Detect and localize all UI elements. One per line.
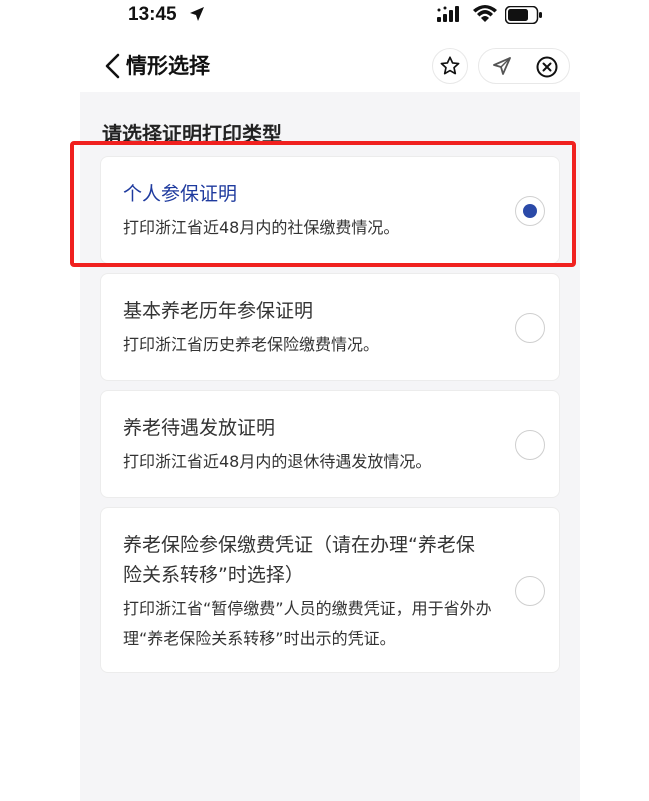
content-area: 请选择证明打印类型 个人参保证明 打印浙江省近48月内的社保缴费情况。 基本养老… xyxy=(80,92,580,801)
status-time: 13:45 xyxy=(128,4,177,25)
option-description: 打印浙江省近48月内的社保缴费情况。 xyxy=(123,218,400,237)
back-icon[interactable] xyxy=(102,52,124,80)
option-radio[interactable] xyxy=(515,576,545,606)
option-title: 个人参保证明 xyxy=(123,183,238,205)
page-title: 情形选择 xyxy=(126,54,210,78)
option-title: 养老待遇发放证明 xyxy=(123,417,276,439)
option-title: 养老保险参保缴费凭证（请在办理“养老保险关系转移”时选择） xyxy=(123,534,475,586)
nav-header: 情形选择 xyxy=(80,40,580,90)
option-card-personal-insurance[interactable]: 个人参保证明 打印浙江省近48月内的社保缴费情况。 xyxy=(100,156,560,264)
navigation-icon[interactable] xyxy=(491,55,513,81)
status-bar: 13:45 xyxy=(80,0,580,30)
option-radio[interactable] xyxy=(515,196,545,226)
capsule-group xyxy=(478,48,570,84)
close-icon[interactable] xyxy=(535,55,559,83)
wifi-icon xyxy=(473,5,497,27)
star-icon xyxy=(440,56,460,75)
radio-selected-dot xyxy=(523,204,537,218)
option-card-pension-payment[interactable]: 养老待遇发放证明 打印浙江省近48月内的退休待遇发放情况。 xyxy=(100,390,560,498)
option-radio[interactable] xyxy=(515,430,545,460)
section-title: 请选择证明打印类型 xyxy=(102,122,282,146)
option-description: 打印浙江省近48月内的退休待遇发放情况。 xyxy=(123,452,432,471)
location-arrow-icon xyxy=(189,6,205,26)
option-card-pension-transfer-voucher[interactable]: 养老保险参保缴费凭证（请在办理“养老保险关系转移”时选择） 打印浙江省“暂停缴费… xyxy=(100,507,560,673)
mini-program-capsule xyxy=(432,48,570,84)
cellular-signal-icon xyxy=(437,6,463,26)
option-radio[interactable] xyxy=(515,313,545,343)
favorite-button[interactable] xyxy=(432,48,468,84)
option-description: 打印浙江省“暂停缴费”人员的缴费凭证，用于省外办理“养老保险关系转移”时出示的凭… xyxy=(123,599,492,648)
option-title: 基本养老历年参保证明 xyxy=(123,300,314,322)
option-card-pension-history[interactable]: 基本养老历年参保证明 打印浙江省历史养老保险缴费情况。 xyxy=(100,273,560,381)
option-description: 打印浙江省历史养老保险缴费情况。 xyxy=(123,335,380,354)
battery-icon xyxy=(504,5,543,28)
